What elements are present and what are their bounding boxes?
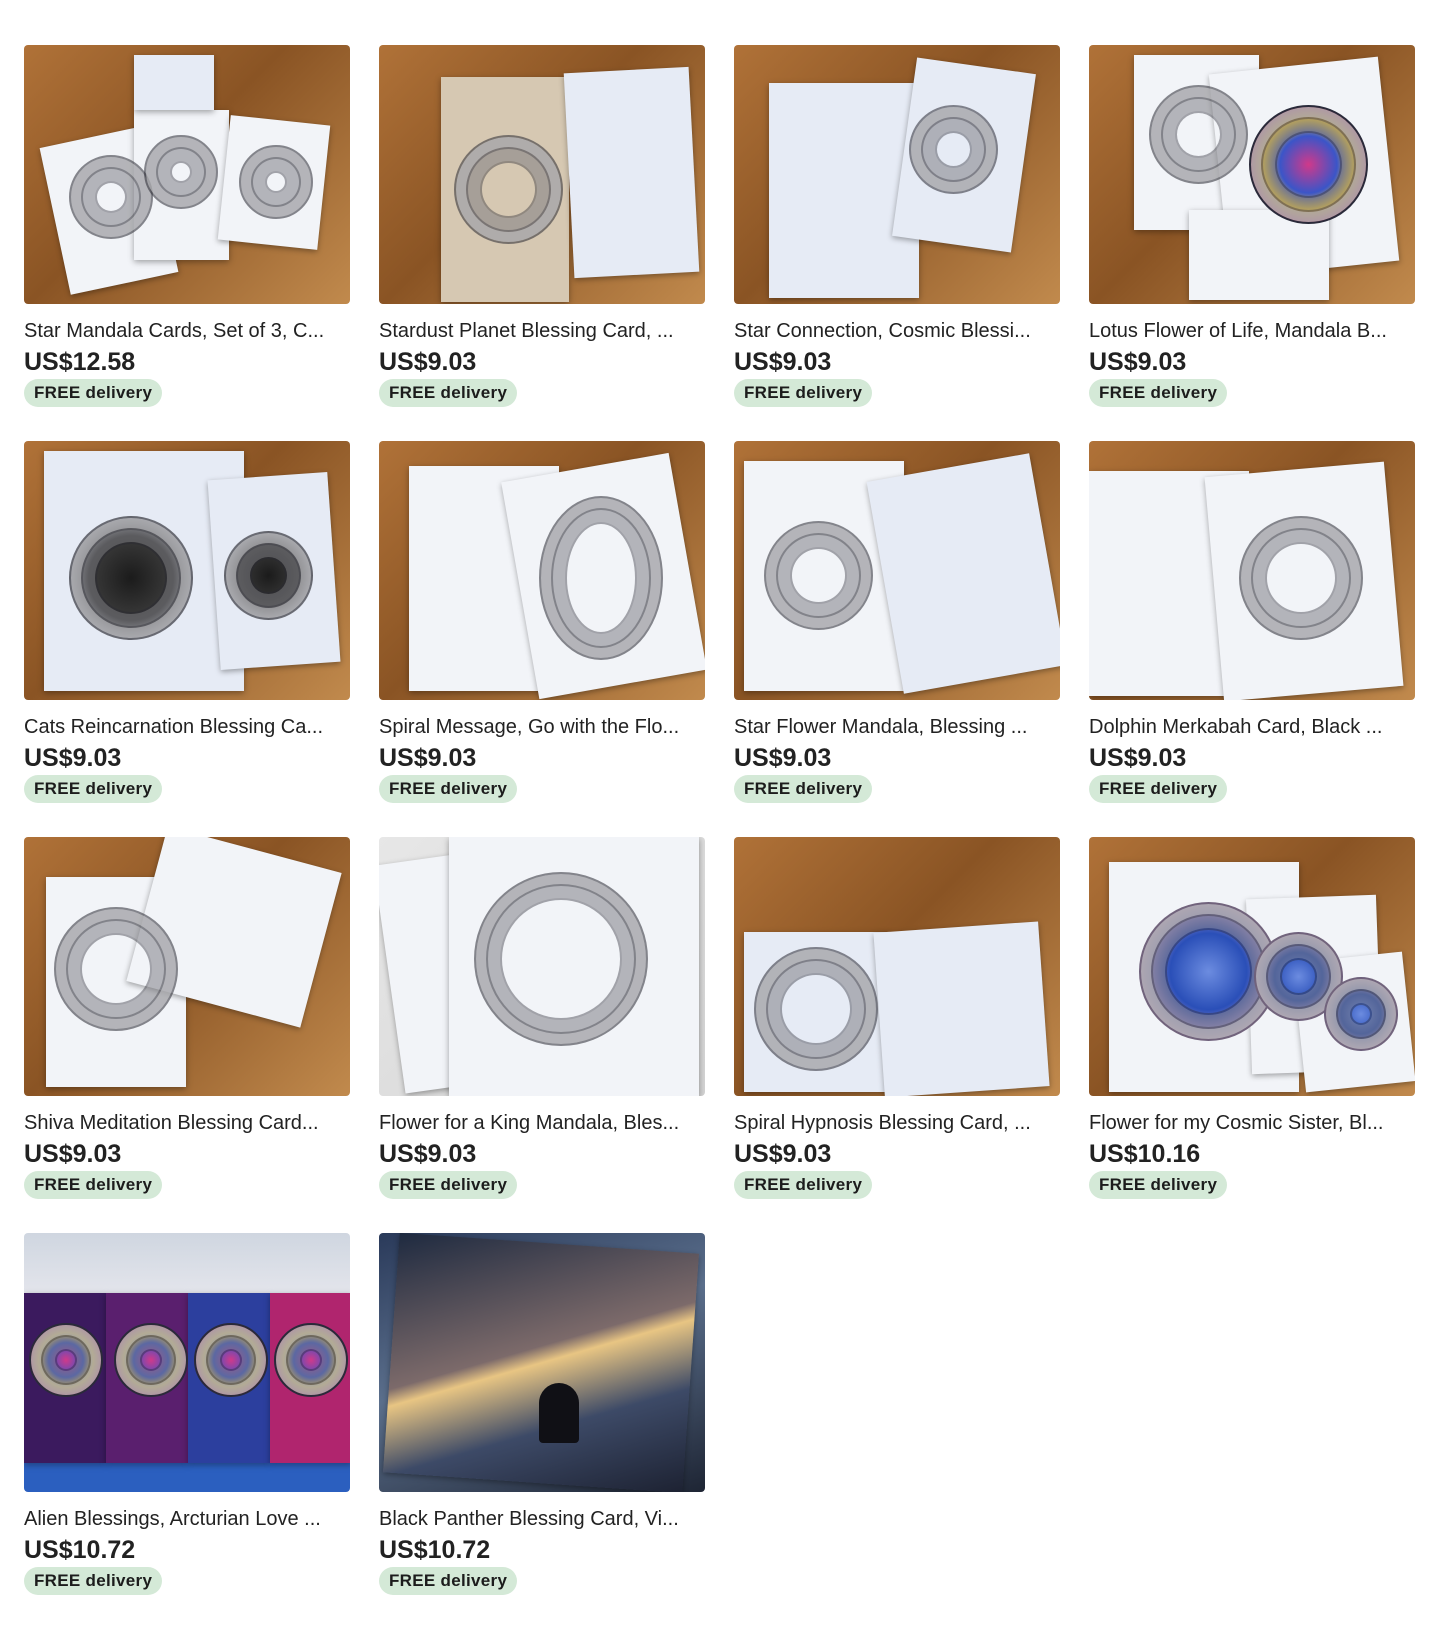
listing-image[interactable] (1089, 45, 1415, 304)
listing-card[interactable]: Star Mandala Cards, Set of 3, C... US$12… (24, 45, 350, 441)
free-delivery-badge: FREE delivery (1089, 1171, 1228, 1199)
free-delivery-badge: FREE delivery (734, 379, 873, 407)
listing-image[interactable] (379, 1233, 705, 1492)
listing-price: US$9.03 (379, 744, 477, 772)
listing-card[interactable]: Star Connection, Cosmic Blessi... US$9.0… (734, 45, 1060, 441)
listing-price: US$12.58 (24, 348, 136, 376)
listing-image[interactable] (734, 441, 1060, 700)
listing-image[interactable] (379, 45, 705, 304)
listing-price: US$10.72 (379, 1536, 491, 1564)
free-delivery-badge: FREE delivery (379, 1567, 518, 1595)
free-delivery-badge: FREE delivery (379, 379, 518, 407)
listing-card[interactable]: Stardust Planet Blessing Card, ... US$9.… (379, 45, 705, 441)
free-delivery-badge: FREE delivery (24, 379, 163, 407)
listing-card[interactable]: Alien Blessings, Arcturian Love ... US$1… (24, 1233, 350, 1629)
listing-card[interactable]: Spiral Hypnosis Blessing Card, ... US$9.… (734, 837, 1060, 1233)
listing-title[interactable]: Stardust Planet Blessing Card, ... (379, 319, 705, 343)
listing-price: US$9.03 (734, 348, 832, 376)
listing-price: US$10.16 (1089, 1140, 1201, 1168)
listing-price: US$9.03 (1089, 744, 1187, 772)
listing-price: US$9.03 (24, 1140, 122, 1168)
listing-price: US$10.72 (24, 1536, 136, 1564)
listing-card[interactable]: Shiva Meditation Blessing Card... US$9.0… (24, 837, 350, 1233)
listing-price: US$9.03 (24, 744, 122, 772)
listing-title[interactable]: Cats Reincarnation Blessing Ca... (24, 715, 350, 739)
listing-card[interactable]: Flower for my Cosmic Sister, Bl... US$10… (1089, 837, 1415, 1233)
listing-title[interactable]: Spiral Message, Go with the Flo... (379, 715, 705, 739)
listing-image[interactable] (379, 837, 705, 1096)
listing-title[interactable]: Shiva Meditation Blessing Card... (24, 1111, 350, 1135)
free-delivery-badge: FREE delivery (24, 1567, 163, 1595)
listing-image[interactable] (1089, 837, 1415, 1096)
listing-card[interactable]: Spiral Message, Go with the Flo... US$9.… (379, 441, 705, 837)
free-delivery-badge: FREE delivery (1089, 379, 1228, 407)
free-delivery-badge: FREE delivery (734, 1171, 873, 1199)
listing-image[interactable] (734, 45, 1060, 304)
listing-image[interactable] (379, 441, 705, 700)
listing-card[interactable]: Cats Reincarnation Blessing Ca... US$9.0… (24, 441, 350, 837)
free-delivery-badge: FREE delivery (24, 1171, 163, 1199)
listing-card[interactable]: Black Panther Blessing Card, Vi... US$10… (379, 1233, 705, 1629)
free-delivery-badge: FREE delivery (379, 1171, 518, 1199)
listing-title[interactable]: Flower for a King Mandala, Bles... (379, 1111, 705, 1135)
listing-title[interactable]: Spiral Hypnosis Blessing Card, ... (734, 1111, 1060, 1135)
listing-card[interactable]: Dolphin Merkabah Card, Black ... US$9.03… (1089, 441, 1415, 837)
listing-title[interactable]: Star Connection, Cosmic Blessi... (734, 319, 1060, 343)
listing-card[interactable]: Star Flower Mandala, Blessing ... US$9.0… (734, 441, 1060, 837)
listing-price: US$9.03 (379, 1140, 477, 1168)
listing-grid: Star Mandala Cards, Set of 3, C... US$12… (24, 45, 1415, 1629)
listing-image[interactable] (734, 837, 1060, 1096)
listing-title[interactable]: Black Panther Blessing Card, Vi... (379, 1507, 705, 1531)
listing-title[interactable]: Star Flower Mandala, Blessing ... (734, 715, 1060, 739)
listing-price: US$9.03 (379, 348, 477, 376)
free-delivery-badge: FREE delivery (24, 775, 163, 803)
listing-title[interactable]: Star Mandala Cards, Set of 3, C... (24, 319, 350, 343)
listing-image[interactable] (24, 45, 350, 304)
free-delivery-badge: FREE delivery (379, 775, 518, 803)
listing-title[interactable]: Lotus Flower of Life, Mandala B... (1089, 319, 1415, 343)
listing-image[interactable] (24, 441, 350, 700)
listing-title[interactable]: Dolphin Merkabah Card, Black ... (1089, 715, 1415, 739)
free-delivery-badge: FREE delivery (1089, 775, 1228, 803)
free-delivery-badge: FREE delivery (734, 775, 873, 803)
listing-image[interactable] (24, 1233, 350, 1492)
listing-card[interactable]: Lotus Flower of Life, Mandala B... US$9.… (1089, 45, 1415, 441)
listing-card[interactable]: Flower for a King Mandala, Bles... US$9.… (379, 837, 705, 1233)
listing-price: US$9.03 (734, 1140, 832, 1168)
listing-title[interactable]: Alien Blessings, Arcturian Love ... (24, 1507, 350, 1531)
listing-image[interactable] (24, 837, 350, 1096)
listing-title[interactable]: Flower for my Cosmic Sister, Bl... (1089, 1111, 1415, 1135)
listing-image[interactable] (1089, 441, 1415, 700)
listing-price: US$9.03 (1089, 348, 1187, 376)
listing-price: US$9.03 (734, 744, 832, 772)
